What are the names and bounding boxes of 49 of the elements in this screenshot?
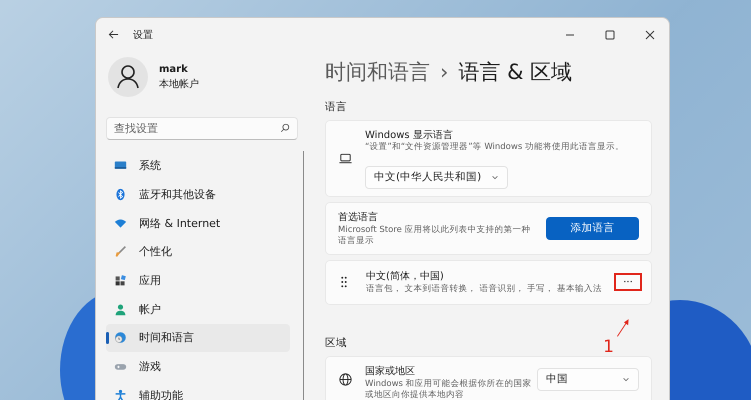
country-dropdown[interactable]: 中国 (537, 368, 639, 391)
page-title: 语言 & 区域 (458, 59, 572, 86)
language-dropdown[interactable]: 中文(中华人民共和国) (365, 166, 508, 188)
setting-title: Windows 显示语言 (365, 128, 454, 142)
language-features: 语言包， 文本到语音转换， 语音识别， 手写， 基本输入法 (366, 284, 603, 296)
globe-icon (338, 372, 353, 387)
globe-clock-icon (114, 331, 127, 344)
add-language-button[interactable]: 添加语言 (546, 216, 639, 240)
close-icon[interactable] (645, 30, 655, 40)
sidebar-item[interactable]: 应用 (106, 266, 290, 294)
maximize-icon[interactable] (605, 30, 615, 40)
bluetooth-icon (114, 188, 127, 202)
setting-description: “设置”和“文件资源管理器”等 Windows 功能将使用此语言显示。 (365, 142, 624, 154)
section-heading: 语言 (325, 100, 347, 114)
setting-description: Windows 和应用可能会根据你所在的国家或地区向你提供本地内容 (365, 378, 533, 400)
breadcrumb-parent[interactable]: 时间和语言 (325, 58, 430, 86)
sidebar-item[interactable]: 系统 (106, 152, 290, 180)
language-row[interactable]: 中文(简体，中国) 语言包， 文本到语音转换， 语音识别， 手写， 基本输入法 ··· (325, 260, 652, 305)
sidebar-item[interactable]: 时间和语言 (106, 324, 290, 352)
section-heading: 区域 (325, 336, 347, 350)
sidebar-item[interactable]: 帐户 (106, 295, 290, 324)
chevron-down-icon (491, 174, 500, 180)
language-name: 中文(简体，中国) (366, 270, 445, 284)
annotation-number: 1 (603, 337, 614, 357)
sidebar-item[interactable]: 蓝牙和其他设备 (106, 180, 290, 208)
sidebar-item[interactable]: 辅助功能 (106, 382, 290, 400)
window-title: 设置 (133, 28, 153, 42)
annotation-arrow-icon (616, 317, 630, 339)
sidebar-item[interactable]: 网络 & Internet (106, 209, 290, 238)
setting-title: 首选语言 (338, 210, 379, 224)
sidebar-item[interactable]: 游戏 (106, 352, 290, 380)
drag-handle-icon[interactable] (340, 276, 348, 288)
person-icon (114, 302, 127, 316)
setting-title: 国家或地区 (365, 364, 416, 378)
apps-icon (114, 274, 127, 288)
search-icon[interactable] (280, 123, 290, 133)
account-type: 本地帐户 (159, 78, 199, 90)
avatar-icon[interactable] (108, 57, 148, 97)
brush-icon (114, 245, 127, 258)
chevron-down-icon (622, 376, 630, 382)
sidebar-item[interactable]: 个性化 (106, 238, 290, 266)
account-name: mark (159, 64, 189, 74)
breadcrumb-separator: › (440, 60, 448, 84)
search-field[interactable]: 查找设置 (106, 117, 298, 140)
setting-description: Microsoft Store 应用将以此列表中支持的第一种语言显示 (338, 224, 532, 247)
wifi-icon (114, 216, 127, 230)
back-arrow-icon[interactable] (108, 29, 119, 40)
accessibility-icon (114, 388, 127, 400)
more-options-button[interactable]: ··· (614, 273, 642, 292)
